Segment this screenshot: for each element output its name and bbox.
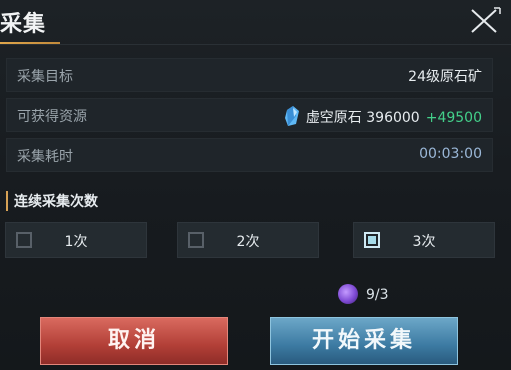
option-label: 1次 xyxy=(64,234,88,250)
dialog-title: 采集 xyxy=(0,12,47,37)
row-value: 00:03:00 xyxy=(419,146,482,162)
option-label: 3次 xyxy=(412,234,436,250)
repeat-count-options: 1次 2次 3次 xyxy=(5,222,495,258)
option-3[interactable]: 3次 xyxy=(353,222,495,258)
start-gather-button[interactable]: 开始采集 xyxy=(270,317,458,365)
row-value: 24级原石矿 xyxy=(408,69,482,85)
energy-text: 9/3 xyxy=(366,287,389,303)
row-duration: 采集耗时 00:03:00 xyxy=(6,138,493,172)
resource-name: 虚空原石 xyxy=(305,110,362,126)
info-panel: 采集目标 24级原石矿 可获得资源 虚空原石 396000 +49500 采集耗时… xyxy=(6,58,493,178)
purple-orb-icon xyxy=(338,284,358,304)
row-label: 采集目标 xyxy=(17,69,73,85)
row-resource: 可获得资源 虚空原石 396000 +49500 xyxy=(6,98,493,132)
close-button[interactable] xyxy=(464,6,504,36)
crystal-icon xyxy=(284,106,299,126)
row-value: 虚空原石 396000 +49500 xyxy=(284,106,482,127)
option-2[interactable]: 2次 xyxy=(177,222,319,258)
section-title: 连续采集次数 xyxy=(6,191,98,211)
energy-counter: 9/3 xyxy=(338,284,389,304)
close-icon xyxy=(471,7,501,33)
header-divider xyxy=(0,44,511,45)
row-label: 可获得资源 xyxy=(17,109,87,125)
duration-value: 00:03:00 xyxy=(419,146,482,162)
row-target: 采集目标 24级原石矿 xyxy=(6,58,493,92)
option-1[interactable]: 1次 xyxy=(5,222,147,258)
cancel-button[interactable]: 取消 xyxy=(40,317,228,365)
option-label: 2次 xyxy=(236,234,260,250)
resource-gain: +49500 xyxy=(425,110,482,126)
row-label: 采集耗时 xyxy=(17,149,73,165)
resource-amount: 396000 xyxy=(366,110,420,126)
